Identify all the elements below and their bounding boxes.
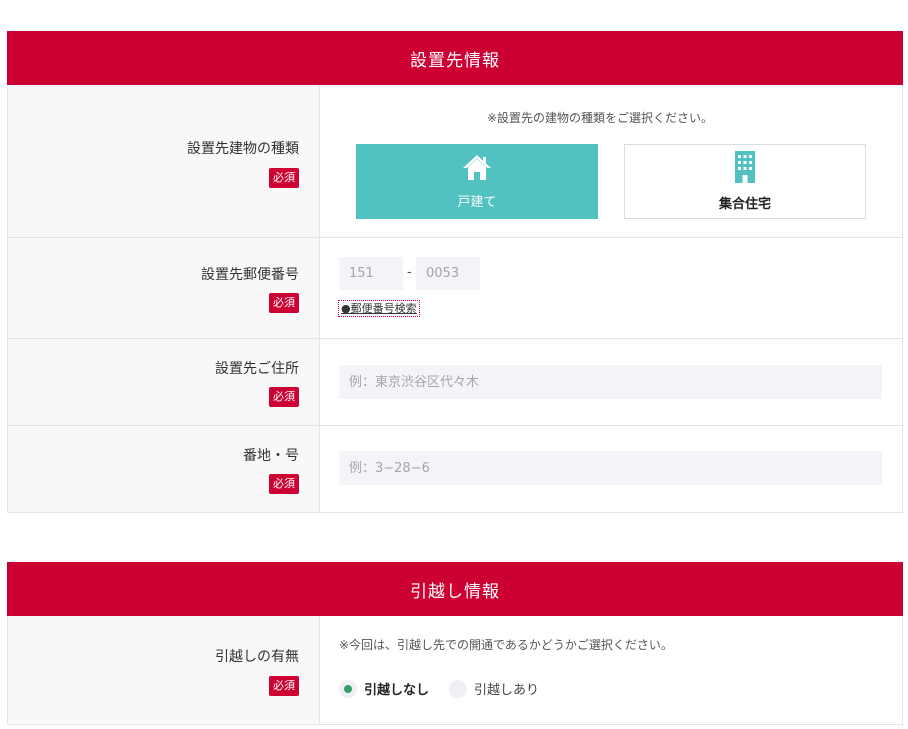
house-icon — [462, 153, 492, 191]
building-option-house-label: 戸建て — [457, 195, 497, 210]
building-option-apartment-label: 集合住宅 — [718, 197, 771, 212]
address-input[interactable] — [339, 365, 882, 399]
radio-no-moving[interactable]: 引越しなし — [339, 679, 429, 698]
radio-no-moving-indicator — [339, 679, 357, 698]
building-type-note: ※設置先の建物の種類をご選択ください。 — [487, 111, 714, 125]
building-option-house[interactable]: 戸建て — [356, 144, 598, 219]
postal-label: 設置先郵便番号 — [201, 267, 299, 283]
radio-moving[interactable]: 引越しあり — [449, 679, 539, 698]
radio-moving-indicator — [449, 679, 467, 698]
postal-separator: - — [407, 265, 412, 280]
building-type-label: 設置先建物の種類 — [187, 141, 299, 157]
required-badge: 必須 — [269, 387, 299, 407]
required-badge: 必須 — [269, 474, 299, 494]
address-label: 設置先ご住所 — [215, 361, 299, 377]
street-row: 番地・号 必須 — [7, 426, 903, 513]
postal-code-second-input[interactable] — [416, 257, 480, 290]
required-badge: 必須 — [269, 293, 299, 313]
address-row: 設置先ご住所 必須 — [7, 339, 903, 426]
moving-label: 引越しの有無 — [215, 649, 299, 665]
postal-search-link[interactable]: ●郵便番号検索 — [338, 300, 420, 317]
postal-code-first-input[interactable] — [339, 257, 403, 290]
moving-section: 引越し情報 引越しの有無 必須 ※今回は、引越し先での開通であるかどうかご選択く… — [7, 562, 903, 725]
installation-section-title: 設置先情報 — [7, 31, 903, 85]
moving-section-title: 引越し情報 — [7, 562, 903, 616]
building-type-row: 設置先建物の種類 必須 ※設置先の建物の種類をご選択ください。 戸建て 集合住宅 — [7, 85, 903, 238]
postal-row: 設置先郵便番号 必須 - ●郵便番号検索 — [7, 238, 903, 339]
apartment-building-icon — [734, 151, 756, 193]
required-badge: 必須 — [269, 168, 299, 188]
moving-note: ※今回は、引越し先での開通であるかどうかご選択ください。 — [339, 638, 673, 652]
installation-section: 設置先情報 設置先建物の種類 必須 ※設置先の建物の種類をご選択ください。 戸建… — [7, 31, 903, 513]
building-option-apartment[interactable]: 集合住宅 — [624, 144, 866, 219]
street-label: 番地・号 — [243, 448, 299, 464]
street-input[interactable] — [339, 451, 882, 485]
moving-row: 引越しの有無 必須 ※今回は、引越し先での開通であるかどうかご選択ください。 引… — [7, 616, 903, 725]
radio-moving-label: 引越しあり — [474, 683, 540, 698]
radio-no-moving-label: 引越しなし — [364, 683, 430, 698]
required-badge: 必須 — [269, 676, 299, 696]
